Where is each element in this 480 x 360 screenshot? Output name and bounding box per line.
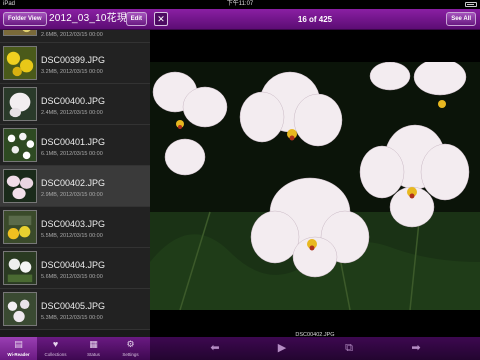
file-name: DSC00399.JPG [41,55,106,65]
tab-collections[interactable]: ♥ Collections [37,337,74,360]
file-row-selected[interactable]: DSC00402.JPG 2.9MB, 2012/03/15 00:00 [0,166,150,207]
file-meta: 5.3MB, 2012/03/15 00:00 [41,315,103,321]
viewer-header: 16 of 425 ✕ See All [150,9,480,30]
play-icon[interactable]: ▶ [275,342,289,355]
file-meta: 6.1MB, 2012/03/15 00:00 [41,151,103,157]
thumbnail [3,46,37,80]
fullscreen-icon[interactable]: ✕ [154,12,168,26]
file-row[interactable]: DSC00404.JPG 5.6MB, 2012/03/15 00:00 [0,248,150,289]
tab-label: Wi-Reader [7,352,30,357]
heart-icon: ♥ [52,339,59,349]
folder-title: 2012_03_10花現 [49,13,128,24]
tab-status[interactable]: ▦ Status [75,337,112,360]
status-icon: ▦ [89,339,98,349]
viewer-toolbar: ⬅ ▶ ⧉ ➡ [150,337,480,360]
file-name: DSC00405.JPG [41,301,106,311]
tab-wi-reader[interactable]: ▤ Wi-Reader [0,337,37,360]
file-meta: 5.6MB, 2012/03/15 00:00 [41,274,103,280]
file-name: DSC00401.JPG [41,137,106,147]
see-all-button[interactable]: See All [446,12,476,26]
tab-label: Status [87,352,100,357]
edit-button[interactable]: Edit [125,12,147,26]
file-meta: 2.6MB, 2012/03/15 00:00 [41,32,103,38]
gear-icon: ⚙ [126,339,135,349]
file-row[interactable]: DSC00399.JPG 3.2MB, 2012/03/15 00:00 [0,43,150,84]
thumbnail [3,87,37,121]
image-viewer[interactable]: DSC00402.JPG [150,30,480,338]
main-photo[interactable] [150,62,480,310]
book-icon: ▤ [14,339,23,349]
battery-icon [465,2,477,7]
thumbnail [3,292,37,326]
slideshow-icon[interactable]: ⧉ [342,342,356,355]
clock: 下午11:07 [226,1,254,7]
file-name: DSC00400.JPG [41,96,106,106]
prev-arrow-icon[interactable]: ⬅ [208,342,222,355]
file-list[interactable]: 2.6MB, 2012/03/15 00:00 DSC00399.JPG 3.2… [0,30,150,337]
tab-settings[interactable]: ⚙ Settings [112,337,149,360]
file-meta: 5.5MB, 2012/03/15 00:00 [41,233,103,239]
file-name: DSC00402.JPG [41,178,106,188]
folder-view-button[interactable]: Folder View [3,12,47,26]
sidebar-header: Folder View 2012_03_10花現 Edit [0,9,150,30]
image-counter: 16 of 425 [297,15,333,24]
file-row[interactable]: DSC00403.JPG 5.5MB, 2012/03/15 00:00 [0,207,150,248]
tab-bar: ▤ Wi-Reader ♥ Collections ▦ Status ⚙ Set… [0,337,150,360]
thumbnail [3,169,37,203]
tab-label: Collections [44,352,67,357]
file-row[interactable]: DSC00400.JPG 2.4MB, 2012/03/15 00:00 [0,84,150,125]
file-row[interactable]: DSC00401.JPG 6.1MB, 2012/03/15 00:00 [0,125,150,166]
status-bar: iPad 下午11:07 [0,0,480,9]
file-meta: 3.2MB, 2012/03/15 00:00 [41,69,103,75]
thumbnail [3,251,37,285]
file-name: DSC00403.JPG [41,219,106,229]
thumbnail [3,30,37,36]
tab-label: Settings [122,352,139,357]
thumbnail [3,128,37,162]
file-meta: 2.4MB, 2012/03/15 00:00 [41,110,103,116]
file-row[interactable]: DSC00405.JPG 5.3MB, 2012/03/15 00:00 [0,289,150,330]
file-row[interactable]: 2.6MB, 2012/03/15 00:00 [0,30,150,43]
file-name: DSC00404.JPG [41,260,106,270]
file-meta: 2.9MB, 2012/03/15 00:00 [41,192,103,198]
next-arrow-icon[interactable]: ➡ [409,342,423,355]
thumbnail [3,210,37,244]
